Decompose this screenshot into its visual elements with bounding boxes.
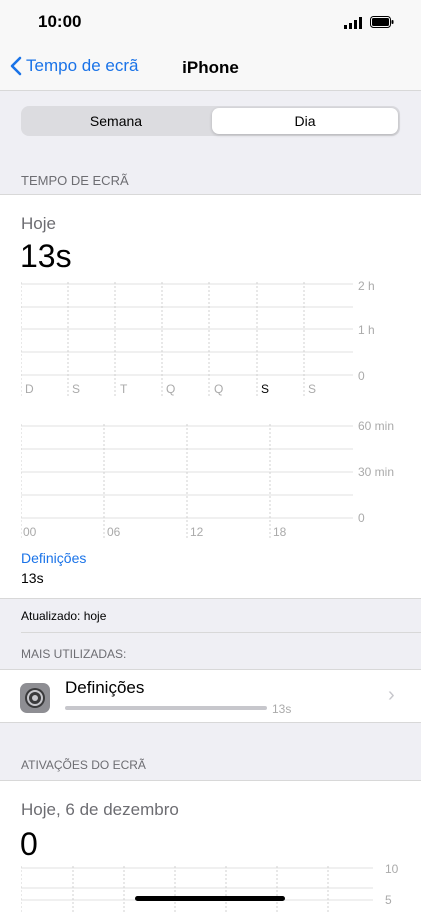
page-title: iPhone <box>182 58 239 77</box>
divider <box>0 598 421 599</box>
y-axis-label: 2 h <box>358 279 375 293</box>
day-label: D <box>25 382 34 396</box>
category-legend-label: Definições <box>21 550 87 566</box>
pickups-date: Hoje, 6 de dezembro <box>21 800 179 819</box>
y-axis-label: 0 <box>358 511 365 525</box>
signal-icon <box>344 17 362 29</box>
y-axis-label: 5 <box>385 893 392 907</box>
segment-day[interactable]: Dia <box>212 108 398 134</box>
day-label: Q <box>214 382 224 396</box>
y-axis-label: 30 min <box>358 465 395 479</box>
pickups-header: ATIVAÇÕES DO ECRÃ <box>21 758 146 772</box>
day-label: S <box>72 382 81 396</box>
y-axis-label: 1 h <box>358 323 375 337</box>
hour-label: 06 <box>107 525 121 539</box>
y-axis-label: 10 <box>385 862 399 876</box>
period-label: Hoje <box>21 214 56 233</box>
day-label: S <box>308 382 317 396</box>
day-label: T <box>120 382 128 396</box>
hour-label: 00 <box>23 525 37 539</box>
app-name: Definições <box>65 678 145 697</box>
divider <box>0 194 421 195</box>
screen-time-header: TEMPO DE ECRÃ <box>21 173 129 188</box>
divider <box>0 780 421 781</box>
battery-icon <box>370 16 394 28</box>
period-segmented-control: Semana Dia <box>21 106 400 136</box>
status-time: 10:00 <box>38 12 82 31</box>
divider <box>21 632 421 633</box>
day-label: Q <box>166 382 176 396</box>
segment-week[interactable]: Semana <box>23 108 209 134</box>
hourly-usage-chart <box>21 424 353 539</box>
hour-label: 18 <box>273 525 287 539</box>
app-row-settings[interactable]: Definições 13s › <box>0 670 421 722</box>
app-time: 13s <box>272 702 292 716</box>
home-indicator[interactable] <box>135 896 285 901</box>
updated-label: Atualizado: hoje <box>21 609 107 623</box>
category-legend-value: 13s <box>21 570 44 586</box>
day-label-today: S <box>261 382 270 396</box>
most-used-header: MAIS UTILIZADAS: <box>21 647 127 661</box>
pickups-count: 0 <box>20 826 38 862</box>
y-axis-label: 0 <box>358 369 365 383</box>
chevron-right-icon: › <box>388 684 395 706</box>
hour-label: 12 <box>190 525 204 539</box>
total-screen-time: 13s <box>20 238 72 274</box>
pickups-chart <box>21 866 373 912</box>
usage-bar <box>65 706 267 710</box>
y-axis-label: 60 min <box>358 419 395 433</box>
settings-gear-icon <box>20 683 50 713</box>
